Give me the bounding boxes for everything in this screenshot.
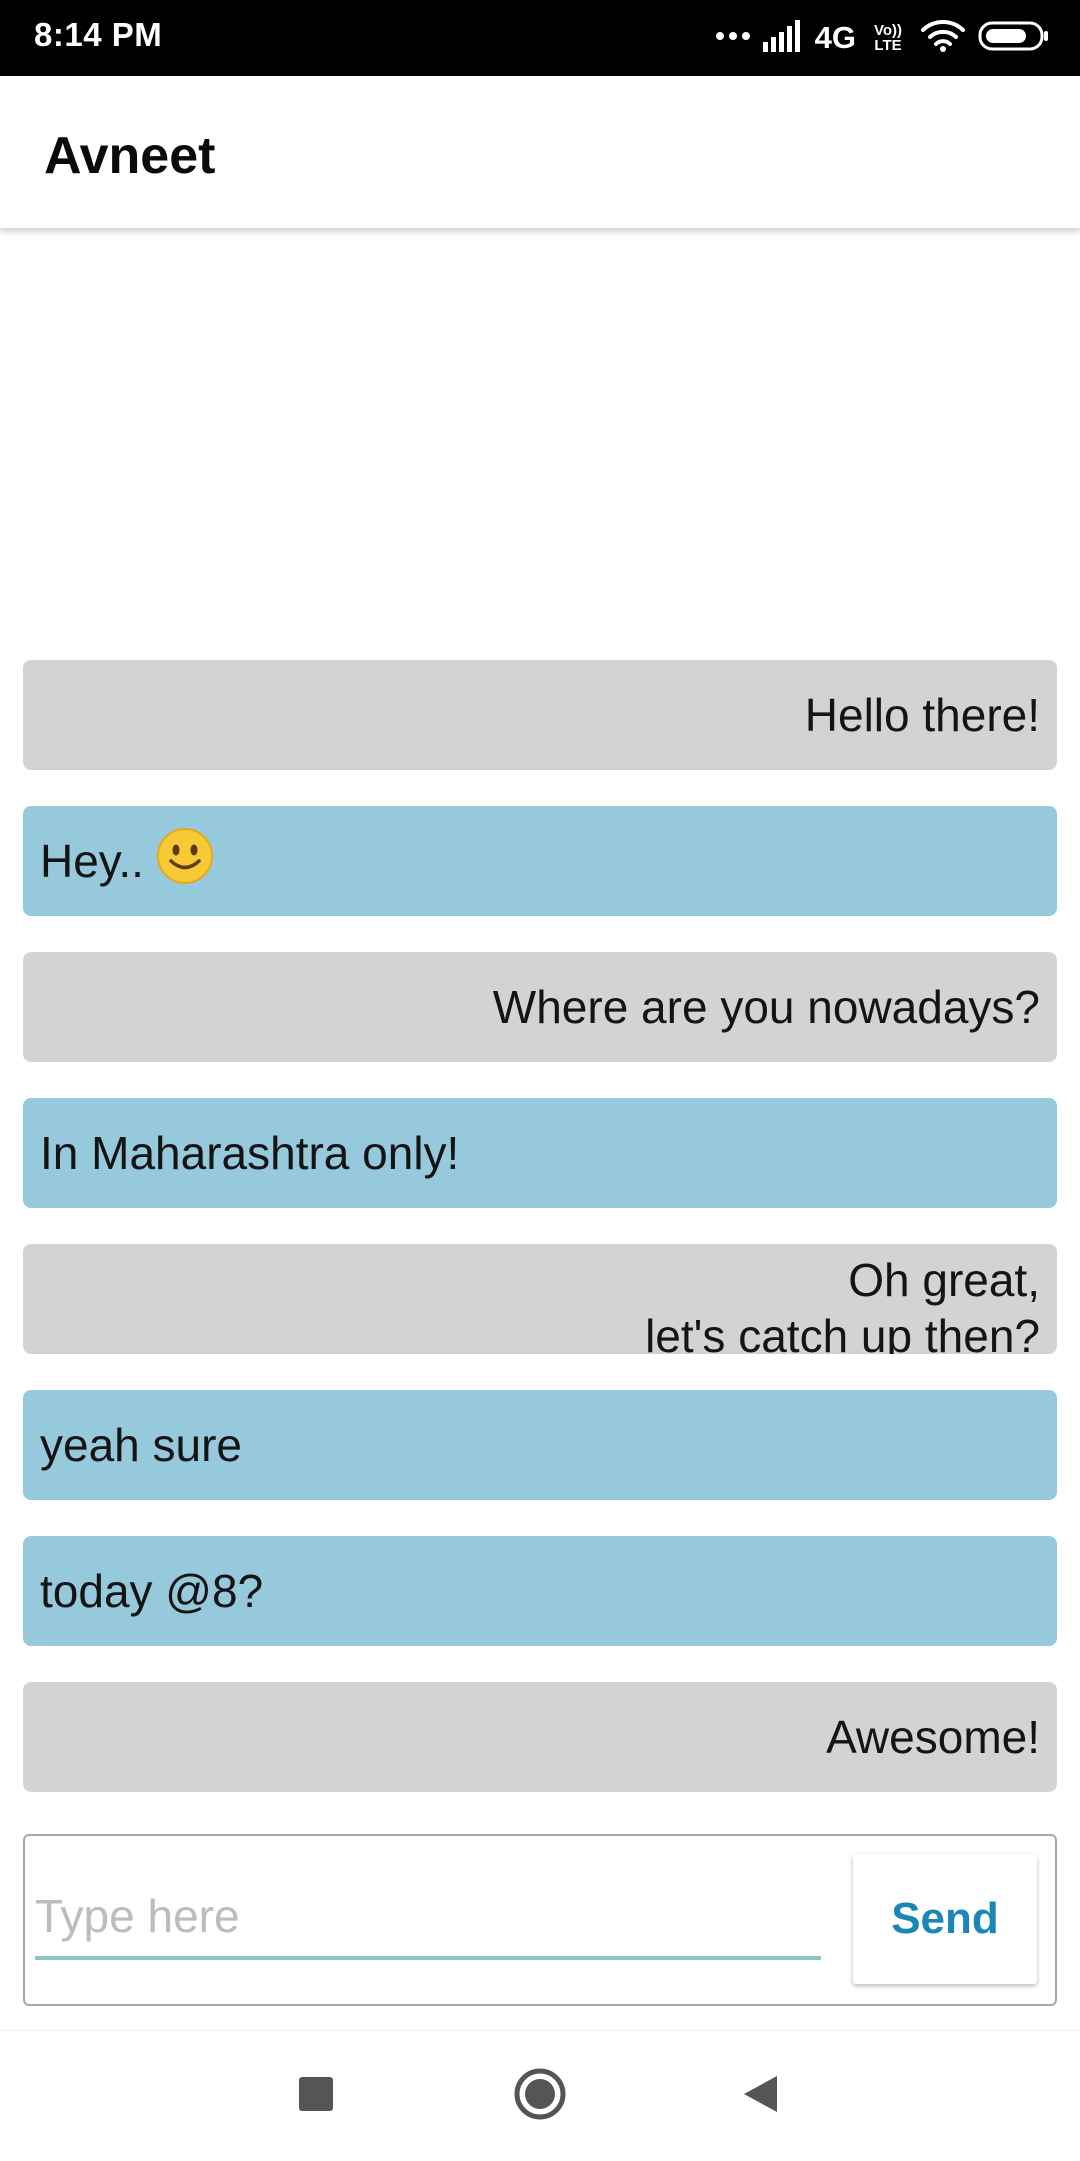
message-text: Hey..	[40, 834, 144, 887]
wifi-icon	[920, 19, 966, 58]
message-text: In Maharashtra only!	[40, 1127, 460, 1179]
smile-emoji-icon	[156, 827, 214, 896]
message-bubble-outgoing: Hello there!	[23, 660, 1057, 770]
volte-top: Vo))	[873, 22, 903, 39]
app-bar: Avneet	[0, 76, 1080, 228]
message-input[interactable]	[35, 1876, 821, 1960]
more-dots-icon	[715, 29, 751, 47]
message-text-line: let's catch up then?	[645, 1310, 1040, 1354]
home-button[interactable]	[504, 2060, 576, 2132]
message-list[interactable]: Hello there! Hey.. Where are you nowaday…	[23, 660, 1057, 1828]
message-text-line: Oh great,	[848, 1254, 1040, 1306]
message-text: Hello there!	[804, 689, 1040, 741]
chat-title: Avneet	[44, 127, 216, 185]
message-text: today @8?	[40, 1565, 264, 1617]
signal-icon	[762, 19, 803, 57]
navigation-bar	[0, 2030, 1080, 2161]
send-button[interactable]: Send	[853, 1854, 1037, 1984]
back-button[interactable]	[724, 2060, 796, 2132]
status-icons: 4G Vo)) LTE	[715, 14, 1050, 62]
message-text: Awesome!	[826, 1711, 1040, 1763]
message-bubble-outgoing: Where are you nowadays?	[23, 952, 1057, 1062]
back-triangle-icon	[741, 2074, 779, 2119]
message-text: yeah sure	[40, 1419, 243, 1471]
home-circle-icon	[513, 2067, 567, 2126]
status-time: 8:14 PM	[34, 16, 163, 53]
network-type: 4G	[814, 20, 856, 55]
message-composer: Send	[23, 1834, 1057, 2006]
volte-bottom: LTE	[874, 37, 902, 54]
message-bubble-incoming: yeah sure	[23, 1390, 1057, 1500]
message-bubble-incoming: Hey..	[23, 806, 1057, 916]
recents-button[interactable]	[280, 2060, 352, 2132]
message-text: Where are you nowadays?	[492, 981, 1040, 1033]
message-bubble-outgoing: Awesome!	[23, 1682, 1057, 1792]
battery-icon	[978, 20, 1050, 57]
message-bubble-outgoing: Oh great, let's catch up then?	[23, 1244, 1057, 1354]
volte-icon: Vo)) LTE	[868, 23, 908, 53]
message-bubble-incoming: today @8?	[23, 1536, 1057, 1646]
message-bubble-incoming: In Maharashtra only!	[23, 1098, 1057, 1208]
status-bar: 8:14 PM 4G Vo)) LTE	[0, 0, 1080, 76]
recents-square-icon	[298, 2076, 334, 2117]
